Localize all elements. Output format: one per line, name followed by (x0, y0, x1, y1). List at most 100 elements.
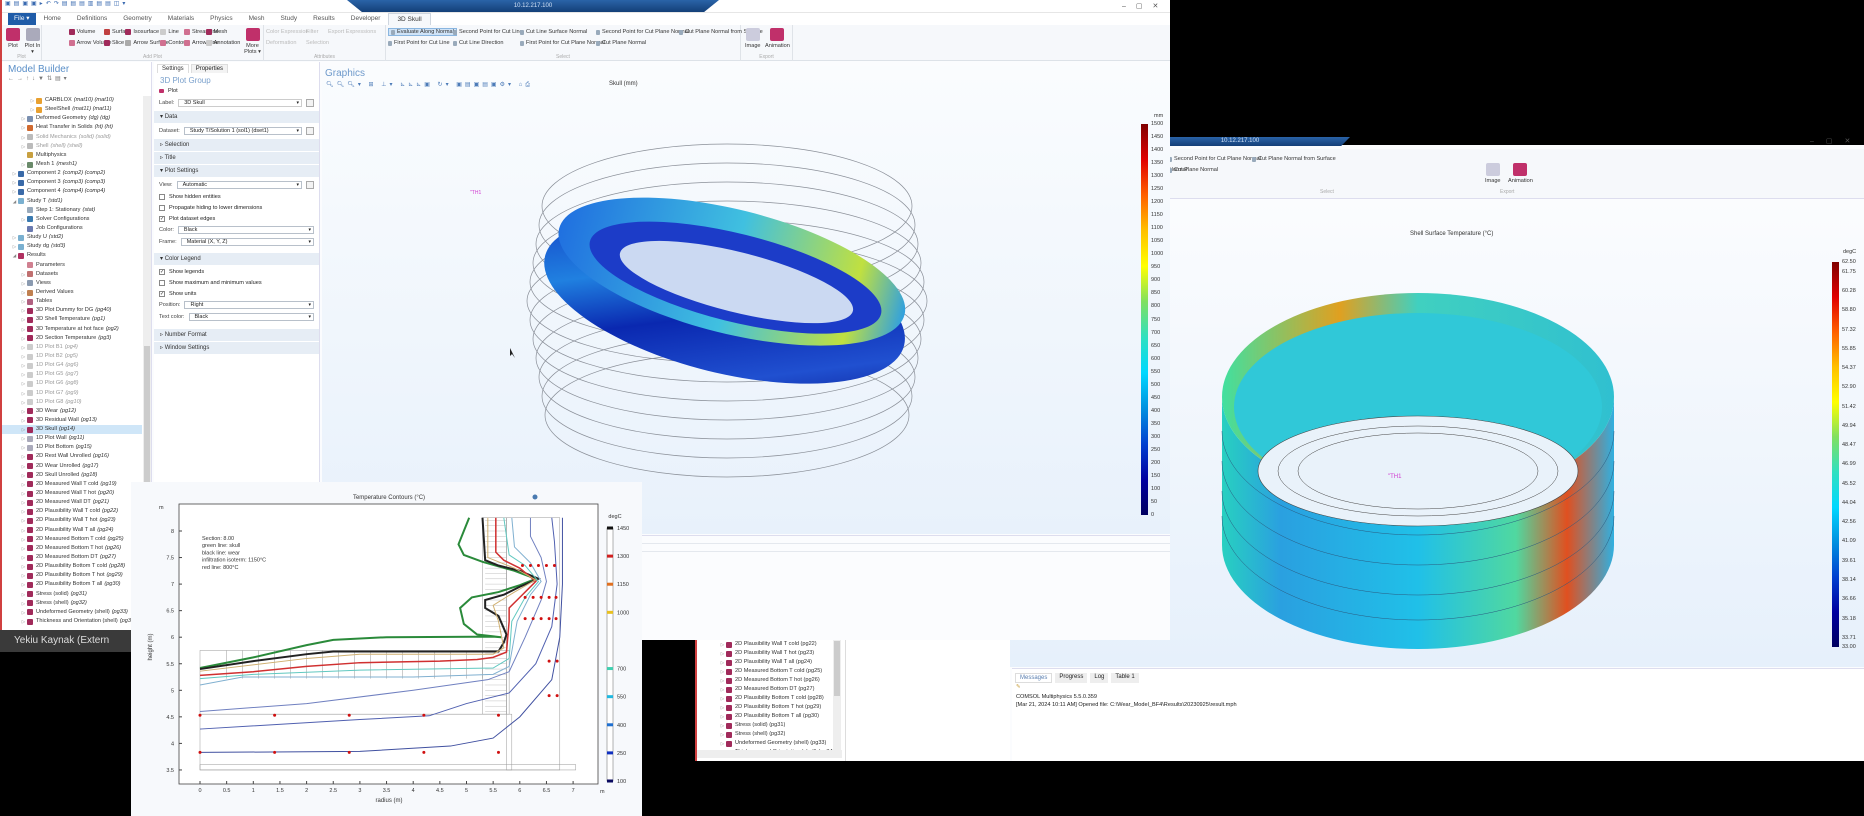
goto-dataset-button[interactable] (306, 127, 314, 135)
tab-geometry[interactable]: Geometry (115, 13, 160, 25)
expand-arrow-icon[interactable]: ▷ (11, 233, 18, 242)
model-builder-toolbar[interactable]: ←→↑↓▼⇅▤▾ (2, 75, 151, 84)
tree-item[interactable]: ▷ 3D Temperature at hot face (pg2) (2, 325, 142, 334)
tree-item[interactable]: ▷ SteelShell (mat11) (mat11) (2, 105, 142, 114)
add-line-button[interactable]: Line (160, 29, 179, 35)
tree-item[interactable]: ▷ 2D Measured Bottom T hot (pg26) (2, 544, 142, 553)
color-select[interactable]: Black (177, 226, 314, 234)
tree-item[interactable]: ▷ 2D Rest Wall Unrolled (pg16) (2, 452, 142, 461)
expand-arrow-icon[interactable]: ▷ (20, 133, 27, 142)
expand-arrow-icon[interactable]: ▷ (20, 325, 27, 334)
expand-arrow-icon[interactable]: ▷ (20, 279, 27, 288)
window-controls[interactable]: –▢✕ (1810, 137, 1862, 145)
expand-arrow-icon[interactable]: ▷ (20, 452, 27, 461)
expand-arrow-icon[interactable]: ▷ (20, 343, 27, 352)
checkbox[interactable] (159, 193, 165, 200)
expand-arrow-icon[interactable]: ▷ (719, 712, 726, 721)
tree-item[interactable]: ▷ Undeformed Geometry (shell) (pg33) (697, 739, 837, 748)
tree-item[interactable]: ▷ Solid Mechanics (solid) (solid) (2, 133, 142, 142)
filter-button[interactable]: Filter (306, 29, 318, 35)
add-annotation-button[interactable]: Annotation (205, 40, 240, 46)
expand-arrow-icon[interactable]: ▷ (20, 599, 27, 608)
expand-arrow-icon[interactable]: ▷ (20, 352, 27, 361)
tree-item[interactable]: ◢ Results (2, 251, 142, 260)
tree-item[interactable]: ▷ 2D Measured Bottom T cold (pg25) (2, 535, 142, 544)
tree-item[interactable]: ▷ Stress (shell) (pg32) (697, 730, 837, 739)
select-cut-plane-normal-button[interactable]: Cut Plane Normal (596, 40, 646, 46)
show-legends-checkbox[interactable]: ✓ Show legends (154, 266, 319, 277)
temperature-contour-chart[interactable]: Temperature Contours (°C) radius (m) heigh… (131, 482, 642, 816)
position-select[interactable]: Right (184, 301, 314, 309)
checkbox[interactable] (159, 204, 165, 211)
section-color-legend[interactable]: ▾ Color Legend (154, 253, 319, 265)
expand-arrow-icon[interactable]: ▷ (20, 297, 27, 306)
select-second-point-for-cut-plane-normal-button[interactable]: Second Point for Cut Plane Normal (1168, 156, 1261, 162)
export-expressions-button[interactable]: Export Expressions (328, 29, 376, 35)
tree-item[interactable]: ▷ 2D Measured Wall T cold (pg19) (2, 480, 142, 489)
expand-arrow-icon[interactable]: ▷ (20, 416, 27, 425)
tab-study[interactable]: Study (272, 13, 305, 25)
expand-arrow-icon[interactable]: ▷ (20, 270, 27, 279)
tree-item[interactable]: ▷ 1D Plot G5 (pg7) (2, 370, 142, 379)
expand-arrow-icon[interactable]: ▷ (20, 407, 27, 416)
tree-item[interactable]: ▷ 2D Plausibility Bottom T hot (pg29) (697, 703, 837, 712)
tree-item[interactable]: ▷ Undeformed Geometry (shell) (pg33) (2, 608, 142, 617)
select-cut-line-direction-button[interactable]: Cut Line Direction (453, 40, 503, 46)
tree-item[interactable]: ▷ 3D Skull (pg14) (2, 425, 142, 435)
dataset-select[interactable]: Study T/Solution 1 (sol1) (dset1) (183, 127, 302, 135)
tree-item[interactable]: ▷ Heat Transfer in Solids (ht) (ht) (2, 123, 142, 132)
plot-button[interactable]: Plot (6, 28, 20, 49)
clear-messages-icon[interactable]: ✎ (1012, 683, 1864, 693)
plot-edges-checkbox[interactable]: ✓ Plot dataset edges (154, 213, 319, 224)
expand-arrow-icon[interactable]: ▷ (20, 434, 27, 443)
expand-arrow-icon[interactable]: ▷ (20, 516, 27, 525)
tree-scrollbar[interactable] (833, 640, 841, 750)
tab-physics[interactable]: Physics (202, 13, 240, 25)
frame-select[interactable]: Material (X, Y, Z) (180, 238, 314, 246)
window-controls[interactable]: –▢✕ (1122, 2, 1168, 10)
selection-button[interactable]: Selection (306, 40, 329, 46)
horizontal-scrollbar[interactable] (697, 750, 842, 758)
more-plots-button[interactable]: More Plots ▾ (242, 28, 263, 55)
tree-item[interactable]: ▷ Mesh 1 (mesh1) (2, 160, 142, 169)
tree-item[interactable]: ▷ 3D Residual Wall (pg13) (2, 416, 142, 425)
tree-item[interactable]: ▷ 2D Plausibility Wall T all (pg24) (2, 526, 142, 535)
expand-arrow-icon[interactable]: ▷ (20, 142, 27, 151)
tab-file[interactable]: File ▾ (8, 13, 36, 25)
tree-item[interactable]: ▷ Component 4 (comp4) (comp4) (2, 187, 142, 196)
expand-arrow-icon[interactable]: ▷ (719, 676, 726, 685)
tree-item[interactable]: ▷ 3D Plot Dummy for DG (pg40) (2, 306, 142, 315)
show-hidden-checkbox[interactable]: Show hidden entities (154, 191, 319, 202)
expand-arrow-icon[interactable]: ▷ (11, 169, 18, 178)
tree-item[interactable]: ▷ 1D Plot G6 (pg8) (2, 379, 142, 388)
expand-arrow-icon[interactable]: ▷ (20, 590, 27, 599)
expand-arrow-icon[interactable]: ▷ (20, 544, 27, 553)
tree-item[interactable]: ▷ Views (2, 279, 142, 288)
tree-item[interactable]: ▷ 2D Measured Wall DT (pg21) (2, 498, 142, 507)
expand-arrow-icon[interactable]: ▷ (20, 462, 27, 471)
tree-item[interactable]: ▷ 2D Plausibility Bottom T hot (pg29) (2, 571, 142, 580)
tree-item[interactable]: ▷ 2D Section Temperature (pg3) (2, 334, 142, 343)
refresh-icon[interactable] (532, 494, 538, 500)
tab-properties[interactable]: Properties (190, 64, 229, 73)
expand-arrow-icon[interactable]: ▷ (719, 703, 726, 712)
expand-arrow-icon[interactable]: ▷ (20, 123, 27, 132)
expand-arrow-icon[interactable]: ▷ (11, 178, 18, 187)
tree-item[interactable]: ▷ 2D Measured Bottom T cold (pg25) (697, 667, 837, 676)
section-selection[interactable]: ▹ Selection (154, 139, 319, 151)
section-window-settings[interactable]: ▹ Window Settings (154, 342, 319, 354)
show-minmax-checkbox[interactable]: Show maximum and minimum values (154, 277, 319, 288)
select-first-point-for-cut-line-button[interactable]: First Point for Cut Line (388, 40, 450, 46)
tab-progress[interactable]: Progress (1055, 673, 1088, 683)
tree-item[interactable]: ▷ 1D Plot G4 (pg6) (2, 361, 142, 370)
tree-item[interactable]: ▷ 3D Shell Temperature (pg1) (2, 315, 142, 324)
select-second-point-for-cut-line-button[interactable]: Second Point for Cut Line (453, 29, 523, 35)
expand-arrow-icon[interactable]: ▷ (29, 105, 36, 114)
image-button[interactable]: Image (745, 28, 761, 49)
tab-results[interactable]: Results (305, 13, 343, 25)
tab-developer[interactable]: Developer (343, 13, 389, 25)
show-units-checkbox[interactable]: ✓ Show units (154, 288, 319, 299)
text-color-select[interactable]: Black (188, 313, 314, 321)
tree-item[interactable]: ▷ CARBLOX (mat10) (mat10) (2, 96, 142, 105)
tree-item[interactable]: ▷ 2D Plausibility Wall T hot (pg23) (2, 516, 142, 525)
